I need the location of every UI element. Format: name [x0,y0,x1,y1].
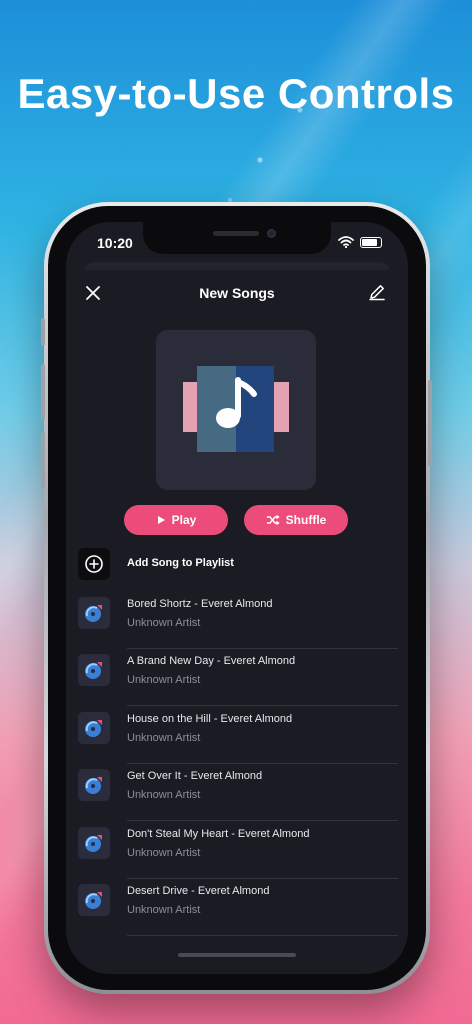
shuffle-button[interactable]: Shuffle [244,505,348,535]
song-thumbnail [78,711,110,744]
song-list-item[interactable]: House on the Hill - Everet Almond Unknow… [78,707,398,764]
page-title: New Songs [199,285,275,301]
song-title: Don't Steal My Heart - Everet Almond [127,827,310,840]
record-icon [85,662,102,680]
song-thumbnail [78,769,110,802]
shuffle-button-label: Shuffle [285,513,327,527]
song-artist: Unknown Artist [127,731,201,744]
row-divider [127,935,398,936]
wifi-icon [338,236,354,248]
record-icon [85,834,102,852]
record-icon [85,777,102,795]
play-button[interactable]: Play [124,505,228,535]
speaker-grille [213,231,259,236]
song-title: Get Over It - Everet Almond [127,770,263,783]
phone-mute-switch [41,318,45,346]
song-thumbnail [78,597,110,629]
status-icons [338,236,382,248]
add-circle-icon [78,548,110,580]
promo-headline: Easy-to-Use Controls [17,70,455,117]
front-camera [267,229,276,238]
song-thumbnail [78,826,110,859]
phone-screen: 10:20 New Songs Play Shuffle Add Song to… [66,222,408,974]
phone-notch [143,222,331,254]
song-title: Desert Drive - Everet Almond [127,885,270,897]
song-list-item[interactable]: Don't Steal My Heart - Everet Almond Unk… [78,822,398,879]
edit-icon[interactable] [368,283,386,301]
music-note-icon [183,366,289,452]
home-indicator[interactable] [178,953,296,957]
phone-power-button [428,380,432,466]
song-artist: Unknown Artist [127,674,201,687]
play-icon [157,516,165,524]
song-list-item[interactable]: Get Over It - Everet Almond Unknown Arti… [78,764,398,822]
song-list-item[interactable]: A Brand New Day - Everet Almond Unknown … [78,649,398,707]
song-list-item[interactable]: Desert Drive - Everet Almond Unknown Art… [78,879,398,936]
add-song-label: Add Song to Playlist [127,557,234,569]
song-artist: Unknown Artist [127,846,201,859]
play-button-label: Play [171,513,197,527]
record-icon [85,892,102,909]
song-list-item[interactable]: Bored Shortz - Everet Almond Unknown Art… [78,592,398,649]
song-artist: Unknown Artist [127,617,201,629]
battery-icon [360,236,382,248]
phone-volume-down [41,432,45,488]
add-song-row[interactable]: Add Song to Playlist [78,548,398,580]
record-icon [85,605,102,622]
playlist-artwork [156,330,316,490]
phone-volume-up [41,364,45,420]
record-icon [85,719,102,737]
song-artist: Unknown Artist [127,904,201,916]
song-thumbnail [78,654,110,687]
song-title: Bored Shortz - Everet Almond [127,598,273,610]
song-title: House on the Hill - Everet Almond [127,712,293,725]
status-time: 10:20 [97,235,133,251]
song-thumbnail [78,884,110,916]
song-title: A Brand New Day - Everet Almond [127,655,296,668]
song-artist: Unknown Artist [127,789,201,802]
shuffle-icon [266,514,280,526]
